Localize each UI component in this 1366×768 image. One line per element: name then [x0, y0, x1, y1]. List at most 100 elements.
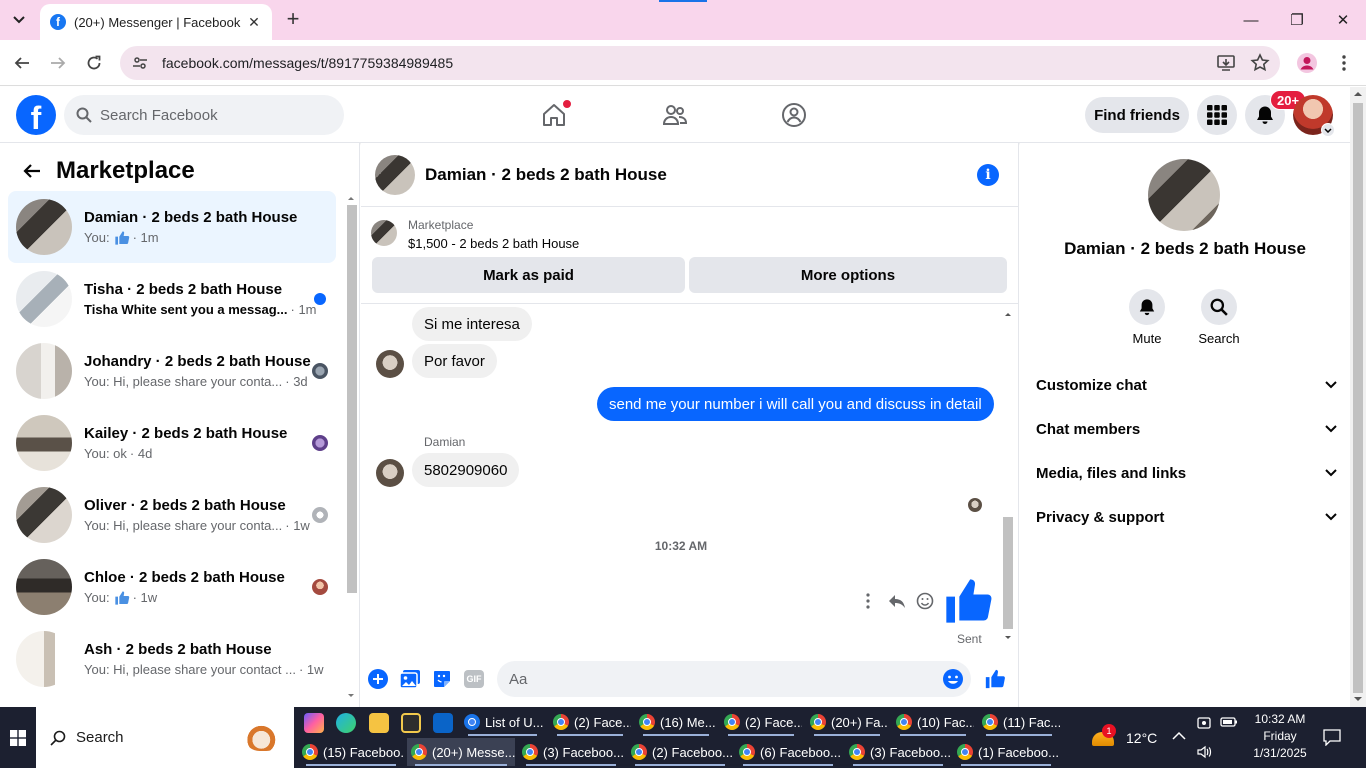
profile-avatar[interactable]	[1148, 159, 1220, 231]
outlook-icon[interactable]	[433, 713, 453, 733]
taskbar-window-button[interactable]: (20+) Messe...	[407, 738, 515, 766]
chat-scrollbar[interactable]	[1002, 309, 1014, 649]
address-bar[interactable]: facebook.com/messages/t/8917759384989485	[120, 46, 1280, 80]
taskbar-window-button[interactable]: (3) Faceboo...	[518, 738, 624, 766]
more-options-button[interactable]: More options	[689, 257, 1007, 293]
mute-button[interactable]	[1129, 289, 1165, 325]
chat-list-scrollbar[interactable]	[345, 193, 357, 703]
profile-name[interactable]: Damian · 2 beds 2 bath House	[1020, 239, 1350, 259]
taskbar-window-button[interactable]: (16) Me...	[635, 708, 717, 736]
customize-chat-section[interactable]: Customize chat	[1028, 363, 1342, 407]
message-bubble-outgoing[interactable]: send me your number i will call you and …	[597, 387, 994, 421]
account-avatar[interactable]	[1293, 95, 1335, 137]
back-arrow-button[interactable]	[16, 155, 48, 187]
page-scroll-thumb[interactable]	[1353, 103, 1363, 693]
screen-capture-icon[interactable]	[1196, 715, 1212, 731]
forward-button[interactable]	[47, 52, 69, 74]
search-action[interactable]: Search	[1187, 289, 1251, 346]
taskbar-window-button[interactable]: (2) Faceboo...	[627, 738, 733, 766]
menu-button[interactable]	[1197, 95, 1237, 135]
reload-button[interactable]	[83, 52, 105, 74]
conversation-item[interactable]: Oliver · 2 beds 2 bath House You: Hi, ple…	[8, 479, 336, 551]
listing-thumbnail[interactable]	[371, 220, 397, 246]
conversation-item[interactable]: Ash · 2 beds 2 bath House You: Hi, please…	[8, 623, 336, 695]
info-icon[interactable]: i	[977, 164, 999, 186]
browser-tab-active[interactable]: f (20+) Messenger | Facebook ✕	[40, 4, 272, 40]
taskbar-window-button[interactable]: (10) Fac...	[892, 708, 974, 736]
scroll-down-icon[interactable]	[1002, 633, 1014, 643]
scroll-up-icon[interactable]	[345, 193, 357, 203]
site-info-icon[interactable]	[132, 55, 148, 71]
facebook-logo-icon[interactable]: f	[16, 95, 56, 135]
volume-icon[interactable]	[1196, 744, 1212, 760]
chat-header-avatar[interactable]	[375, 154, 415, 195]
listing-price[interactable]: $1,500 - 2 beds 2 bath House	[408, 236, 579, 251]
facebook-search-input[interactable]: Search Facebook	[64, 95, 344, 135]
chevron-up-icon[interactable]	[1172, 731, 1186, 741]
taskbar-window-button[interactable]: (1) Faceboo...	[953, 738, 1059, 766]
chat-members-section[interactable]: Chat members	[1028, 407, 1342, 451]
taskbar-window-button[interactable]: (2) Face...	[720, 708, 802, 736]
tab-close-icon[interactable]: ✕	[246, 14, 262, 31]
scroll-up-icon[interactable]	[1353, 90, 1363, 98]
taskbar-search-input[interactable]: Search	[36, 707, 294, 768]
taskbar-clock[interactable]: 10:32 AM Friday 1/31/2025	[1240, 711, 1320, 762]
minimize-button[interactable]: —	[1228, 0, 1274, 40]
more-vertical-icon[interactable]	[864, 593, 872, 609]
media-files-links-section[interactable]: Media, files and links	[1028, 451, 1342, 495]
bookmark-star-icon[interactable]	[1250, 53, 1270, 73]
conversation-item[interactable]: Damian · 2 beds 2 bath House You: · 1m	[8, 191, 336, 263]
tab-search-button[interactable]	[8, 9, 30, 31]
profile-icon[interactable]	[1296, 52, 1318, 74]
taskbar-window-button[interactable]: (20+) Fa...	[806, 708, 888, 736]
friends-nav-button[interactable]	[659, 99, 691, 131]
chat-scroll-thumb[interactable]	[1003, 517, 1013, 629]
edge-icon[interactable]	[336, 713, 356, 733]
message-bubble-incoming[interactable]: Si me interesa	[412, 307, 532, 341]
file-explorer-icon[interactable]	[369, 713, 389, 733]
taskbar-window-button[interactable]: (6) Faceboo...	[735, 738, 841, 766]
weather-widget[interactable]: 1 12°C	[1092, 707, 1157, 768]
privacy-support-section[interactable]: Privacy & support	[1028, 495, 1342, 539]
send-like-button[interactable]	[983, 667, 1007, 691]
mute-action[interactable]: Mute	[1115, 289, 1179, 346]
back-button[interactable]	[11, 52, 33, 74]
install-app-icon[interactable]	[1216, 53, 1236, 73]
scroll-down-icon[interactable]	[1353, 695, 1363, 703]
conversation-item[interactable]: Kailey · 2 beds 2 bath House You: ok · 4d	[8, 407, 336, 479]
search-in-chat-button[interactable]	[1201, 289, 1237, 325]
conversation-item[interactable]: Tisha · 2 beds 2 bath House Tisha White s…	[8, 263, 336, 335]
start-button[interactable]	[0, 707, 36, 768]
taskbar-window-button[interactable]: (3) Faceboo...	[845, 738, 951, 766]
browser-menu-button[interactable]	[1336, 52, 1352, 74]
conversation-item[interactable]: Johandry · 2 beds 2 bath House You: Hi, p…	[8, 335, 336, 407]
react-emoji-icon[interactable]	[916, 592, 934, 610]
taskbar-window-button[interactable]: List of U...	[460, 708, 545, 736]
url-text[interactable]: facebook.com/messages/t/8917759384989485	[162, 55, 453, 71]
battery-icon[interactable]	[1220, 716, 1238, 728]
thumbs-up-sticker-icon[interactable]	[942, 575, 994, 627]
chat-title[interactable]: Damian · 2 beds 2 bath House	[425, 165, 667, 185]
close-window-button[interactable]: ✕	[1320, 0, 1366, 40]
notification-center-icon[interactable]	[1322, 728, 1342, 746]
microsoft-store-icon[interactable]	[401, 713, 421, 733]
new-tab-button[interactable]: +	[282, 8, 304, 30]
chat-list-scroll-thumb[interactable]	[347, 205, 357, 593]
restore-button[interactable]: ❐	[1274, 0, 1320, 40]
page-scrollbar[interactable]	[1350, 87, 1366, 707]
scroll-up-icon[interactable]	[1002, 309, 1014, 319]
scroll-down-icon[interactable]	[345, 691, 357, 701]
message-bubble-incoming[interactable]: 5802909060	[412, 453, 520, 487]
gif-button[interactable]: GIF	[462, 667, 486, 691]
taskbar-window-button[interactable]: (11) Fac...	[978, 708, 1060, 736]
conversation-item[interactable]: Chloe · 2 beds 2 bath House You: · 1w	[8, 551, 336, 623]
message-bubble-incoming[interactable]: Por favor	[412, 344, 497, 378]
find-friends-button[interactable]: Find friends	[1085, 97, 1189, 133]
emoji-icon[interactable]	[941, 667, 965, 691]
taskbar-window-button[interactable]: (15) Faceboo...	[298, 738, 404, 766]
copilot-icon[interactable]	[304, 713, 324, 733]
more-actions-button[interactable]	[366, 667, 390, 691]
sticker-button[interactable]	[430, 667, 454, 691]
taskbar-window-button[interactable]: (2) Face...	[549, 708, 631, 736]
mark-as-paid-button[interactable]: Mark as paid	[372, 257, 685, 293]
